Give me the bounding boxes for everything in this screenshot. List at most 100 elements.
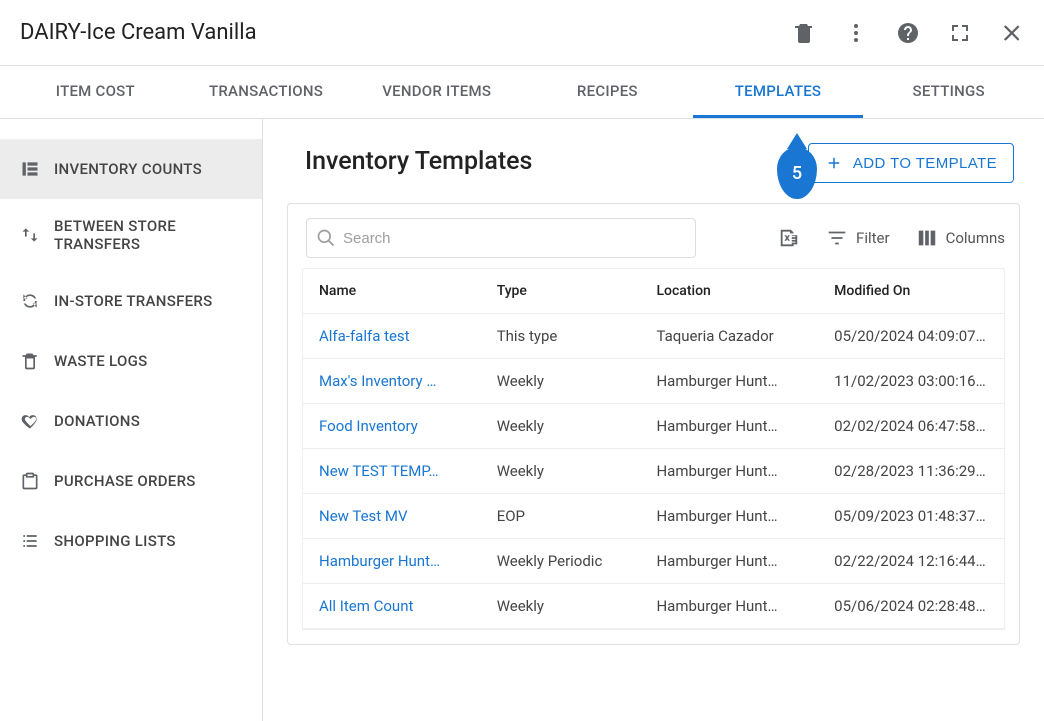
panel-title: Inventory Templates	[287, 143, 532, 176]
cell-location: Hamburger Hunt…	[640, 584, 818, 629]
sidebar-item-waste-logs[interactable]: WASTE LOGS	[0, 331, 262, 391]
sidebar-item-label: DONATIONS	[54, 412, 242, 430]
main: Inventory Templates 5 ADD TO TEMPLATE	[263, 119, 1044, 721]
tab-templates[interactable]: TEMPLATES	[693, 66, 864, 118]
excel-icon	[778, 227, 800, 249]
cell-type: Weekly Periodic	[481, 539, 641, 584]
sidebar-item-label: SHOPPING LISTS	[54, 532, 242, 550]
cell-type: Weekly	[481, 584, 641, 629]
template-name-link[interactable]: Alfa-falfa test	[303, 314, 481, 359]
sidebar-item-purchase-orders[interactable]: PURCHASE ORDERS	[0, 451, 262, 511]
more-vert-icon[interactable]	[844, 21, 868, 45]
column-header[interactable]: Type	[481, 269, 641, 314]
cell-location: Taqueria Cazador	[640, 314, 818, 359]
fullscreen-icon[interactable]	[948, 21, 972, 45]
table-row: Hamburger Hunt…Weekly PeriodicHamburger …	[303, 539, 1004, 584]
cell-modified: 05/09/2023 01:48:37 PM	[818, 494, 1004, 539]
table-row: All Item CountWeeklyHamburger Hunt…05/06…	[303, 584, 1004, 629]
sidebar-item-in-store-transfers[interactable]: IN-STORE TRANSFERS	[0, 271, 262, 331]
cell-location: Hamburger Hunt…	[640, 494, 818, 539]
tab-settings[interactable]: SETTINGS	[863, 66, 1034, 118]
cell-modified: 05/06/2024 02:28:48 PM	[818, 584, 1004, 629]
header-actions	[792, 21, 1024, 45]
sidebar-item-between-store-transfers[interactable]: BETWEEN STORE TRANSFERS	[0, 199, 262, 271]
filter-icon	[826, 227, 848, 249]
panel: Filter Columns NameTypeLocationModified …	[287, 203, 1020, 645]
toolbar-right: Filter Columns	[778, 227, 1005, 249]
template-name-link[interactable]: Hamburger Hunt…	[303, 539, 481, 584]
template-name-link[interactable]: New TEST TEMP…	[303, 449, 481, 494]
cell-location: Hamburger Hunt…	[640, 359, 818, 404]
column-header[interactable]: Location	[640, 269, 818, 314]
table-row: New TEST TEMP…WeeklyHamburger Hunt…02/28…	[303, 449, 1004, 494]
sidebar-item-label: WASTE LOGS	[54, 352, 242, 370]
toolbar: Filter Columns	[288, 204, 1019, 268]
template-name-link[interactable]: All Item Count	[303, 584, 481, 629]
tab-transactions[interactable]: TRANSACTIONS	[181, 66, 352, 118]
cell-type: EOP	[481, 494, 641, 539]
tab-recipes[interactable]: RECIPES	[522, 66, 693, 118]
columns-label: Columns	[946, 229, 1005, 247]
sidebar-item-label: PURCHASE ORDERS	[54, 472, 242, 490]
plus-icon	[825, 154, 843, 172]
step-balloon: 5	[777, 147, 817, 199]
cell-type: Weekly	[481, 449, 641, 494]
panel-header: Inventory Templates 5 ADD TO TEMPLATE	[287, 143, 1020, 193]
layout: INVENTORY COUNTS BETWEEN STORE TRANSFERS I…	[0, 119, 1044, 721]
table-wrap: NameTypeLocationModified On Alfa-falfa t…	[302, 268, 1005, 630]
add-button-label: ADD TO TEMPLATE	[853, 155, 997, 172]
sidebar: INVENTORY COUNTS BETWEEN STORE TRANSFERS I…	[0, 119, 263, 721]
tab-item-cost[interactable]: ITEM COST	[10, 66, 181, 118]
heart-outline-icon	[20, 411, 40, 431]
cell-modified: 02/22/2024 12:16:44 PM	[818, 539, 1004, 584]
search-input[interactable]	[306, 218, 696, 258]
columns-button[interactable]: Columns	[916, 227, 1005, 249]
column-header[interactable]: Modified On	[818, 269, 1004, 314]
sidebar-item-donations[interactable]: DONATIONS	[0, 391, 262, 451]
template-name-link[interactable]: New Test MV	[303, 494, 481, 539]
columns-icon	[916, 227, 938, 249]
cell-modified: 02/02/2024 06:47:58 PM	[818, 404, 1004, 449]
templates-table: NameTypeLocationModified On Alfa-falfa t…	[303, 269, 1004, 629]
search-icon	[316, 228, 336, 248]
sidebar-item-label: IN-STORE TRANSFERS	[54, 292, 242, 310]
trash-outline-icon	[20, 351, 40, 371]
tab-vendor-items[interactable]: VENDOR ITEMS	[351, 66, 522, 118]
cell-location: Hamburger Hunt…	[640, 449, 818, 494]
sidebar-item-shopping-lists[interactable]: SHOPPING LISTS	[0, 511, 262, 571]
export-excel-button[interactable]	[778, 227, 800, 249]
trash-icon[interactable]	[792, 21, 816, 45]
tabs: ITEM COSTTRANSACTIONSVENDOR ITEMSRECIPES…	[0, 66, 1044, 119]
page-title: DAIRY-Ice Cream Vanilla	[20, 20, 257, 45]
table-row: Food InventoryWeeklyHamburger Hunt…02/02…	[303, 404, 1004, 449]
template-name-link[interactable]: Food Inventory	[303, 404, 481, 449]
cell-type: This type	[481, 314, 641, 359]
help-icon[interactable]	[896, 21, 920, 45]
close-icon[interactable]	[1000, 21, 1024, 45]
sidebar-item-label: BETWEEN STORE TRANSFERS	[54, 217, 242, 253]
cell-modified: 11/02/2023 03:00:16 PM	[818, 359, 1004, 404]
search-wrap	[306, 218, 696, 258]
sidebar-item-inventory-counts[interactable]: INVENTORY COUNTS	[0, 139, 262, 199]
table-header-row: NameTypeLocationModified On	[303, 269, 1004, 314]
cell-location: Hamburger Hunt…	[640, 404, 818, 449]
cell-type: Weekly	[481, 404, 641, 449]
cell-type: Weekly	[481, 359, 641, 404]
filter-label: Filter	[856, 229, 890, 247]
table-row: Alfa-falfa testThis typeTaqueria Cazador…	[303, 314, 1004, 359]
cell-modified: 02/28/2023 11:36:29 AM	[818, 449, 1004, 494]
swap-icon	[20, 225, 40, 245]
cell-location: Hamburger Hunt…	[640, 539, 818, 584]
filter-button[interactable]: Filter	[826, 227, 890, 249]
clipboard-icon	[20, 471, 40, 491]
list-icon	[20, 531, 40, 551]
cell-modified: 05/20/2024 04:09:07 PM	[818, 314, 1004, 359]
column-header[interactable]: Name	[303, 269, 481, 314]
table-body: Alfa-falfa testThis typeTaqueria Cazador…	[303, 314, 1004, 629]
add-to-template-button[interactable]: ADD TO TEMPLATE	[808, 143, 1014, 183]
table-row: Max's Inventory …WeeklyHamburger Hunt…11…	[303, 359, 1004, 404]
template-name-link[interactable]: Max's Inventory …	[303, 359, 481, 404]
sidebar-item-label: INVENTORY COUNTS	[54, 160, 242, 178]
refresh-ccw-icon	[20, 291, 40, 311]
header: DAIRY-Ice Cream Vanilla	[0, 0, 1044, 66]
